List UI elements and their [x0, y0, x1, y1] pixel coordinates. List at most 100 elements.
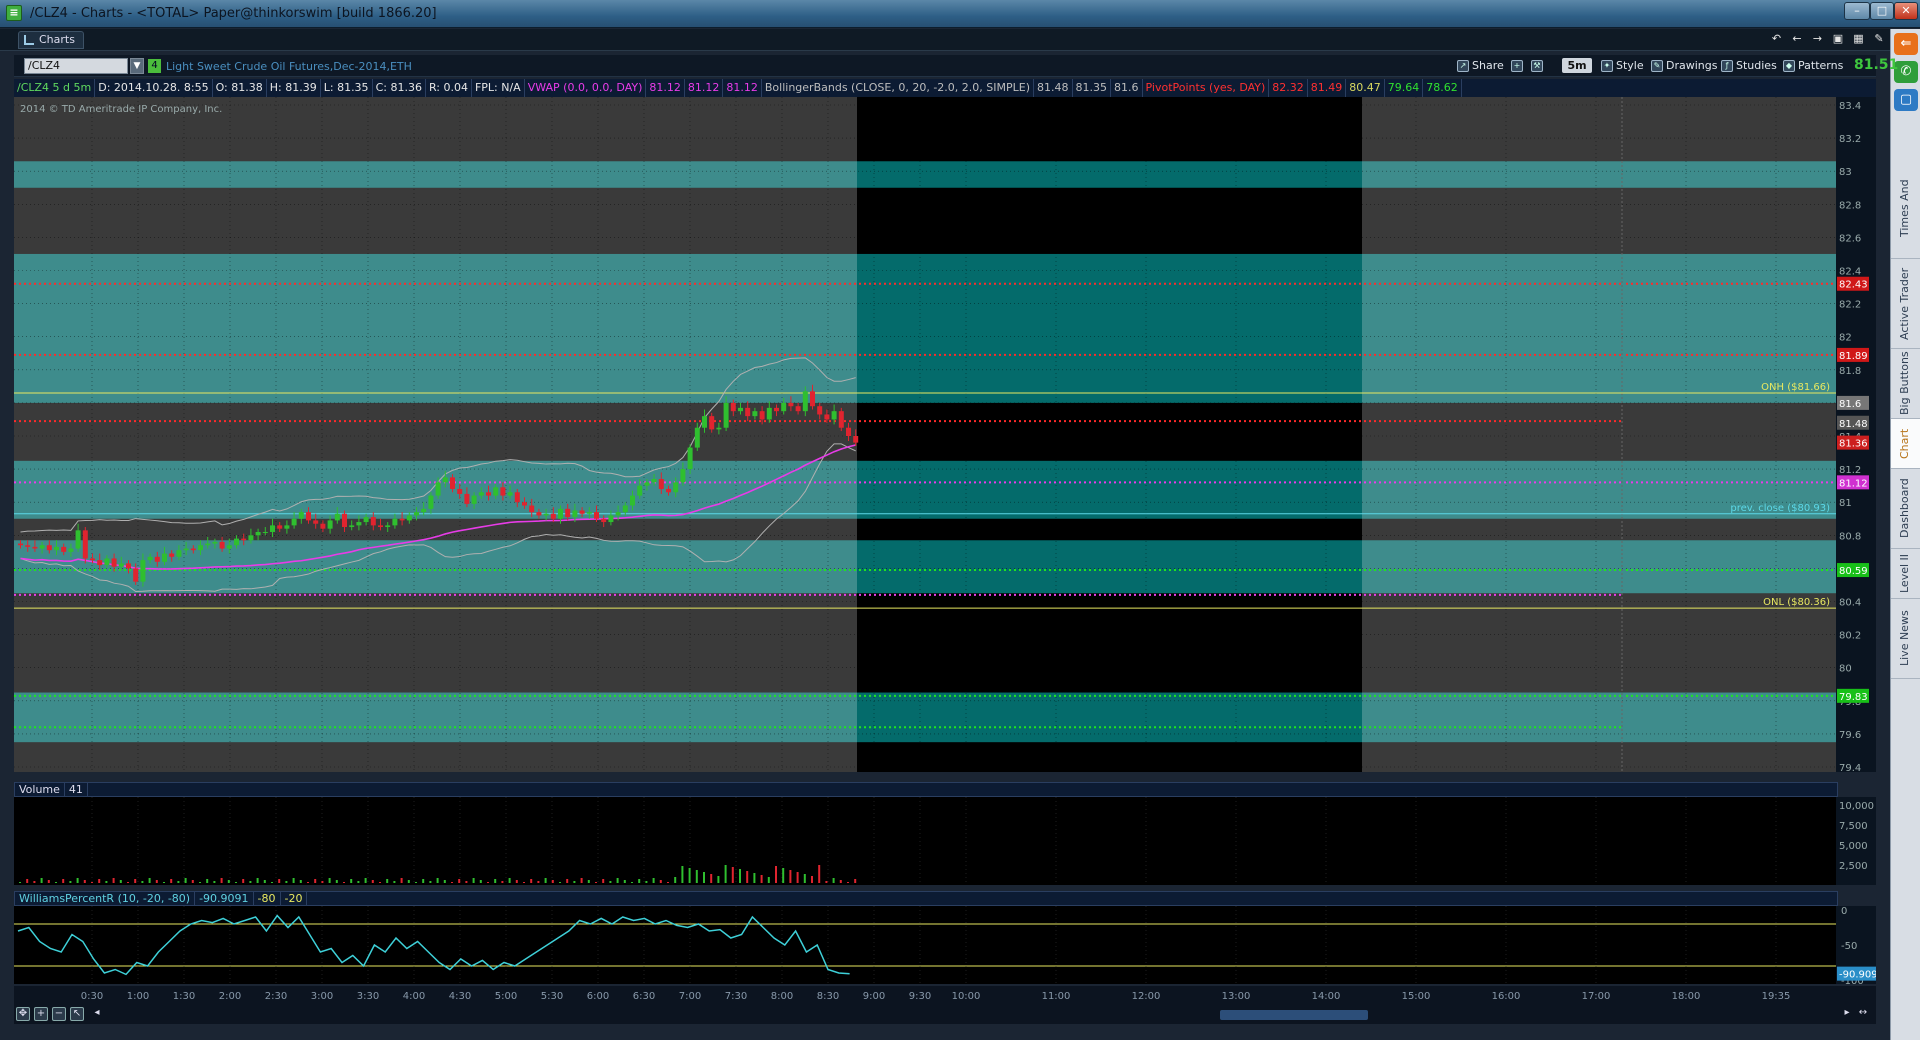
price-tag-text: 81.6: [1839, 399, 1861, 410]
window-icon[interactable]: ▢: [1894, 89, 1918, 111]
timeframe-selector[interactable]: 5m: [1562, 58, 1592, 73]
patterns-label: Patterns: [1798, 59, 1844, 72]
williams-tick-label: 0: [1841, 906, 1847, 917]
chevron-down-icon[interactable]: ▼: [130, 58, 144, 74]
sidetab-times-and-sales[interactable]: Times And: [1891, 159, 1920, 259]
volume-bar: [105, 881, 108, 883]
volume-bar: [235, 882, 237, 883]
candle-body: [61, 546, 67, 552]
pivot-value: 79.64: [1385, 79, 1424, 97]
volume-label[interactable]: Volume: [15, 783, 65, 796]
volume-bar: [667, 882, 669, 883]
study-vwap-label[interactable]: VWAP (0.0, 0.0, DAY): [525, 79, 647, 97]
volume-bar: [789, 870, 792, 883]
info-low: L: 81.35: [321, 79, 373, 97]
crosshair-button[interactable]: +: [1510, 58, 1528, 74]
symbol-input[interactable]: /CLZ4: [24, 58, 128, 74]
candle-body: [140, 560, 146, 582]
time-tick-label: 0:30: [81, 991, 103, 1002]
sidetab-level-ii[interactable]: Level II: [1891, 549, 1920, 599]
scroll-right-icon[interactable]: ▸: [1840, 1007, 1854, 1021]
time-scrollbar[interactable]: [1220, 1010, 1368, 1020]
link-group-icon[interactable]: 4: [148, 59, 161, 73]
forward-icon[interactable]: →: [1811, 32, 1825, 46]
volume-bar: [422, 879, 425, 883]
grid-icon[interactable]: ▦: [1852, 32, 1866, 46]
candle-body: [133, 568, 139, 582]
williams-chart[interactable]: 0-50-100-90.909: [14, 906, 1876, 984]
candle-body: [817, 406, 823, 415]
time-tick-label: 5:00: [495, 991, 517, 1002]
price-chart-svg[interactable]: ONH ($81.66) ONL ($80.36) prev. close ($80…: [14, 97, 1876, 774]
volume-bar: [292, 878, 295, 883]
volume-bar: [249, 881, 252, 883]
volume-bar: [76, 878, 79, 883]
candle-body: [766, 407, 772, 420]
patterns-button[interactable]: ◆ Patterns: [1782, 58, 1843, 74]
drawings-button[interactable]: ✎ Drawings: [1650, 58, 1717, 74]
zoom-out-icon[interactable]: −: [52, 1007, 66, 1021]
study-bollinger-label[interactable]: BollingerBands (CLOSE, 0, 20, -2.0, 2.0,…: [762, 79, 1034, 97]
volume-bar: [127, 882, 129, 883]
study-pivot-label[interactable]: PivotPoints (yes, DAY): [1143, 79, 1270, 97]
time-tick-label: 17:00: [1582, 991, 1611, 1002]
cursor-icon[interactable]: ↖: [70, 1007, 84, 1021]
candle-body: [716, 427, 722, 430]
candle-body: [176, 550, 182, 557]
volume-bar: [530, 879, 533, 883]
time-tick-label: 5:30: [541, 991, 563, 1002]
expand-icon[interactable]: ↔: [1856, 1007, 1870, 1021]
expand-left-icon[interactable]: ⇐: [1894, 33, 1918, 55]
price-tag-text: 79.83: [1839, 692, 1868, 703]
copyright-text: 2014 © TD Ameritrade IP Company, Inc.: [20, 104, 222, 115]
tab-charts[interactable]: Charts: [18, 31, 84, 49]
sidetab-live-news[interactable]: Live News: [1891, 599, 1920, 679]
volume-bar: [638, 879, 641, 883]
support-resistance-zone: [1362, 253, 1836, 403]
candle-body: [608, 515, 614, 523]
volume-bar: [854, 879, 857, 883]
time-tick-label: 18:00: [1672, 991, 1701, 1002]
price-tag-text: 81.89: [1839, 351, 1868, 362]
sidetab-big-buttons[interactable]: Big Buttons: [1891, 349, 1920, 419]
time-axis: 0:30 1:00 1:30 2:00 2:30 3:00 3:30 4:00 4:30 5:00…: [14, 986, 1876, 1004]
price-tick-label: 81: [1839, 498, 1852, 509]
pan-icon[interactable]: ✥: [16, 1007, 30, 1021]
time-tick-label: 9:00: [863, 991, 885, 1002]
back-icon[interactable]: ←: [1790, 32, 1804, 46]
scroll-left-icon[interactable]: ◂: [90, 1007, 104, 1021]
sidetab-chart[interactable]: Chart: [1891, 419, 1920, 469]
time-tick-label: 13:00: [1222, 991, 1251, 1002]
close-button[interactable]: ✕: [1894, 2, 1918, 20]
zoom-in-icon[interactable]: +: [34, 1007, 48, 1021]
volume-bar: [55, 882, 57, 883]
undo-icon[interactable]: ↶: [1770, 32, 1784, 46]
support-resistance-zone: [857, 460, 1362, 519]
volume-tick-label: 5,000: [1839, 841, 1868, 852]
maximize-button[interactable]: □: [1870, 2, 1894, 20]
williams-label[interactable]: WilliamsPercentR (10, -20, -80): [15, 892, 196, 905]
pin-icon[interactable]: ✎: [1872, 32, 1886, 46]
candle-body: [680, 469, 686, 483]
time-tick-label: 2:30: [265, 991, 287, 1002]
candle-body: [183, 548, 189, 551]
candle-body: [392, 518, 398, 526]
style-button[interactable]: ✦ Style: [1600, 58, 1644, 74]
volume-bar: [19, 882, 21, 883]
candle-body: [723, 402, 729, 428]
candle-body: [565, 508, 571, 518]
price-chart[interactable]: ONH ($81.66) ONL ($80.36) prev. close ($80…: [14, 97, 1876, 774]
studies-button[interactable]: ƒ Studies: [1720, 58, 1777, 74]
volume-bar: [400, 878, 403, 883]
volume-chart[interactable]: 10,000 7,500 5,000 2,500: [14, 797, 1876, 885]
sidetab-active-trader[interactable]: Active Trader: [1891, 259, 1920, 349]
minimize-button[interactable]: –: [1844, 2, 1870, 20]
candle-body: [169, 553, 175, 557]
candle-body: [162, 553, 167, 562]
share-button[interactable]: ↗ Share: [1456, 58, 1504, 74]
settings-button[interactable]: ⚒: [1530, 58, 1548, 74]
candle-body: [687, 447, 693, 470]
layout-icon[interactable]: ▣: [1831, 32, 1845, 46]
time-tick-label: 6:30: [633, 991, 655, 1002]
sidetab-dashboard[interactable]: Dashboard: [1891, 469, 1920, 549]
